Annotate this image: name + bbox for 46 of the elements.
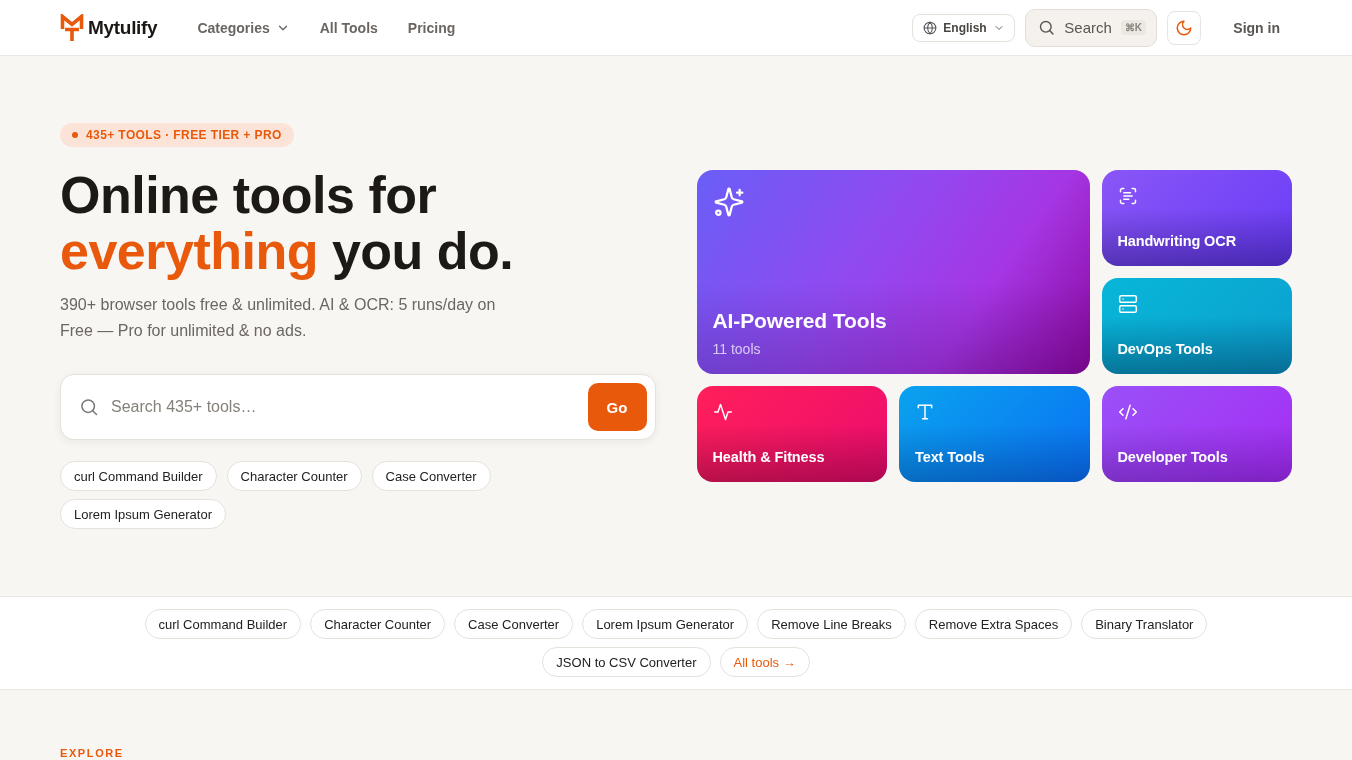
tool-link[interactable]: curl Command Builder [144, 609, 302, 639]
server-icon [1117, 294, 1138, 314]
hero-heading: Online tools for everything you do. [60, 167, 515, 279]
tool-link[interactable]: Case Converter [454, 609, 574, 639]
tool-link[interactable]: Lorem Ipsum Generator [582, 609, 749, 639]
logo-icon [60, 13, 84, 42]
search-icon [1038, 19, 1056, 36]
sparkles-icon [712, 186, 745, 218]
pulse-line-icon [712, 402, 733, 422]
tool-link[interactable]: Binary Translator [1081, 609, 1208, 639]
search-icon [79, 397, 99, 417]
nav-link[interactable]: All Tools [319, 19, 378, 36]
tool-link[interactable]: Character Counter [226, 461, 362, 491]
letter-t-icon [915, 402, 935, 422]
category-card[interactable]: DevOps Tools [1101, 278, 1292, 374]
category-card[interactable]: Developer Tools [1101, 386, 1292, 482]
category-card[interactable]: AI-Powered Tools 11 tools [696, 170, 1090, 374]
category-card[interactable]: Handwriting OCR [1101, 170, 1292, 266]
keyboard-shortcut: ⌘K [1120, 20, 1147, 35]
all-tools-link[interactable]: All tools → [719, 647, 810, 677]
section-label: EXPLORE [60, 747, 125, 759]
hero-subtitle: 390+ browser tools free & unlimited. AI & OCR: 5 runs/day on Free — Pro for unlimited & no ads. [60, 295, 497, 341]
dot-icon [72, 132, 78, 138]
search-button[interactable]: Search ⌘K [1025, 8, 1158, 47]
globe-icon [923, 20, 938, 35]
tool-link[interactable]: Lorem Ipsum Generator [60, 499, 226, 529]
logo-link[interactable]: Mytulify [60, 13, 158, 42]
tool-link[interactable]: JSON to CSV Converter [542, 647, 711, 677]
moon-icon [1175, 18, 1194, 37]
tool-link[interactable]: Remove Extra Spaces [914, 609, 1073, 639]
tool-link[interactable]: Remove Line Breaks [757, 609, 906, 639]
category-card[interactable]: Health & Fitness [696, 386, 887, 482]
announcement-text: 435+ TOOLS · FREE TIER + PRO [86, 128, 282, 142]
nav-link[interactable]: Categories [197, 19, 290, 36]
tool-link[interactable]: curl Command Builder [60, 461, 217, 491]
tool-link[interactable]: Case Converter [371, 461, 491, 491]
category-card[interactable]: Text Tools [899, 386, 1090, 482]
go-button[interactable]: Go [587, 383, 647, 431]
sign-in-link[interactable]: Sign in [1221, 11, 1292, 44]
tool-link[interactable]: Character Counter [310, 609, 446, 639]
language-selector[interactable]: English [912, 13, 1016, 42]
code-brackets-icon [1117, 402, 1138, 422]
nav-link[interactable]: Pricing [407, 19, 456, 36]
scan-text-icon [1117, 186, 1138, 206]
search-field[interactable]: Search 435+ tools… Go [60, 374, 656, 440]
theme-toggle-button[interactable] [1167, 10, 1202, 45]
